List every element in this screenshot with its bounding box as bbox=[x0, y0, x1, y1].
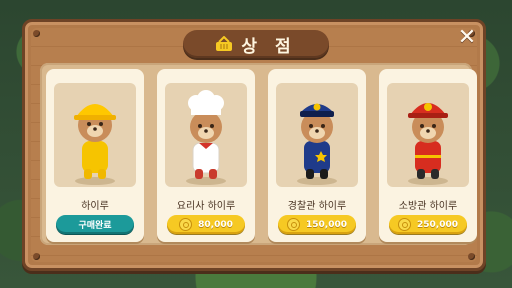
item-name: 요리사 하이루 bbox=[176, 201, 236, 212]
item-name: 하이루 bbox=[81, 201, 109, 212]
purchased-button[interactable]: 구매완료 bbox=[56, 215, 134, 234]
title-plate: 상 점 bbox=[183, 30, 329, 58]
character-image-chef bbox=[165, 83, 247, 187]
item-price: 80,000 bbox=[198, 219, 233, 230]
character-image-police bbox=[276, 83, 358, 187]
buy-button[interactable]: 150,000 bbox=[278, 215, 356, 234]
purchased-label: 구매완료 bbox=[78, 221, 112, 231]
character-image-raincoat bbox=[54, 83, 136, 187]
bear-police-icon bbox=[297, 103, 337, 185]
close-icon[interactable]: ✕ bbox=[458, 27, 476, 49]
buy-button[interactable]: 80,000 bbox=[167, 215, 245, 234]
shop-item-card-raincoat[interactable]: 하이루 구매완료 bbox=[46, 69, 144, 242]
coin-icon bbox=[179, 218, 193, 231]
character-image-firefighter bbox=[387, 83, 469, 187]
close-button[interactable]: ✕ bbox=[456, 27, 478, 49]
coin-icon bbox=[398, 218, 411, 231]
basket-icon bbox=[216, 36, 233, 51]
coin-icon bbox=[287, 218, 300, 231]
bear-firefighter-icon bbox=[408, 103, 448, 185]
nail-icon bbox=[33, 253, 40, 260]
item-price: 150,000 bbox=[306, 219, 347, 230]
shop-item-card-firefighter[interactable]: 소방관 하이루 250,000 bbox=[379, 69, 477, 242]
shop-item-card-chef[interactable]: 요리사 하이루 80,000 bbox=[157, 69, 255, 242]
item-name: 소방관 하이루 bbox=[398, 201, 458, 212]
bear-chef-icon bbox=[186, 90, 226, 185]
buy-button[interactable]: 250,000 bbox=[389, 215, 467, 234]
shop-item-card-police[interactable]: 경찰관 하이루 150,000 bbox=[268, 69, 366, 242]
nail-icon bbox=[33, 30, 40, 37]
bear-raincoat-icon bbox=[74, 104, 116, 185]
item-name: 경찰관 하이루 bbox=[287, 201, 347, 212]
item-price: 250,000 bbox=[417, 219, 458, 230]
nail-icon bbox=[468, 253, 475, 260]
page-title: 상 점 bbox=[241, 36, 297, 57]
